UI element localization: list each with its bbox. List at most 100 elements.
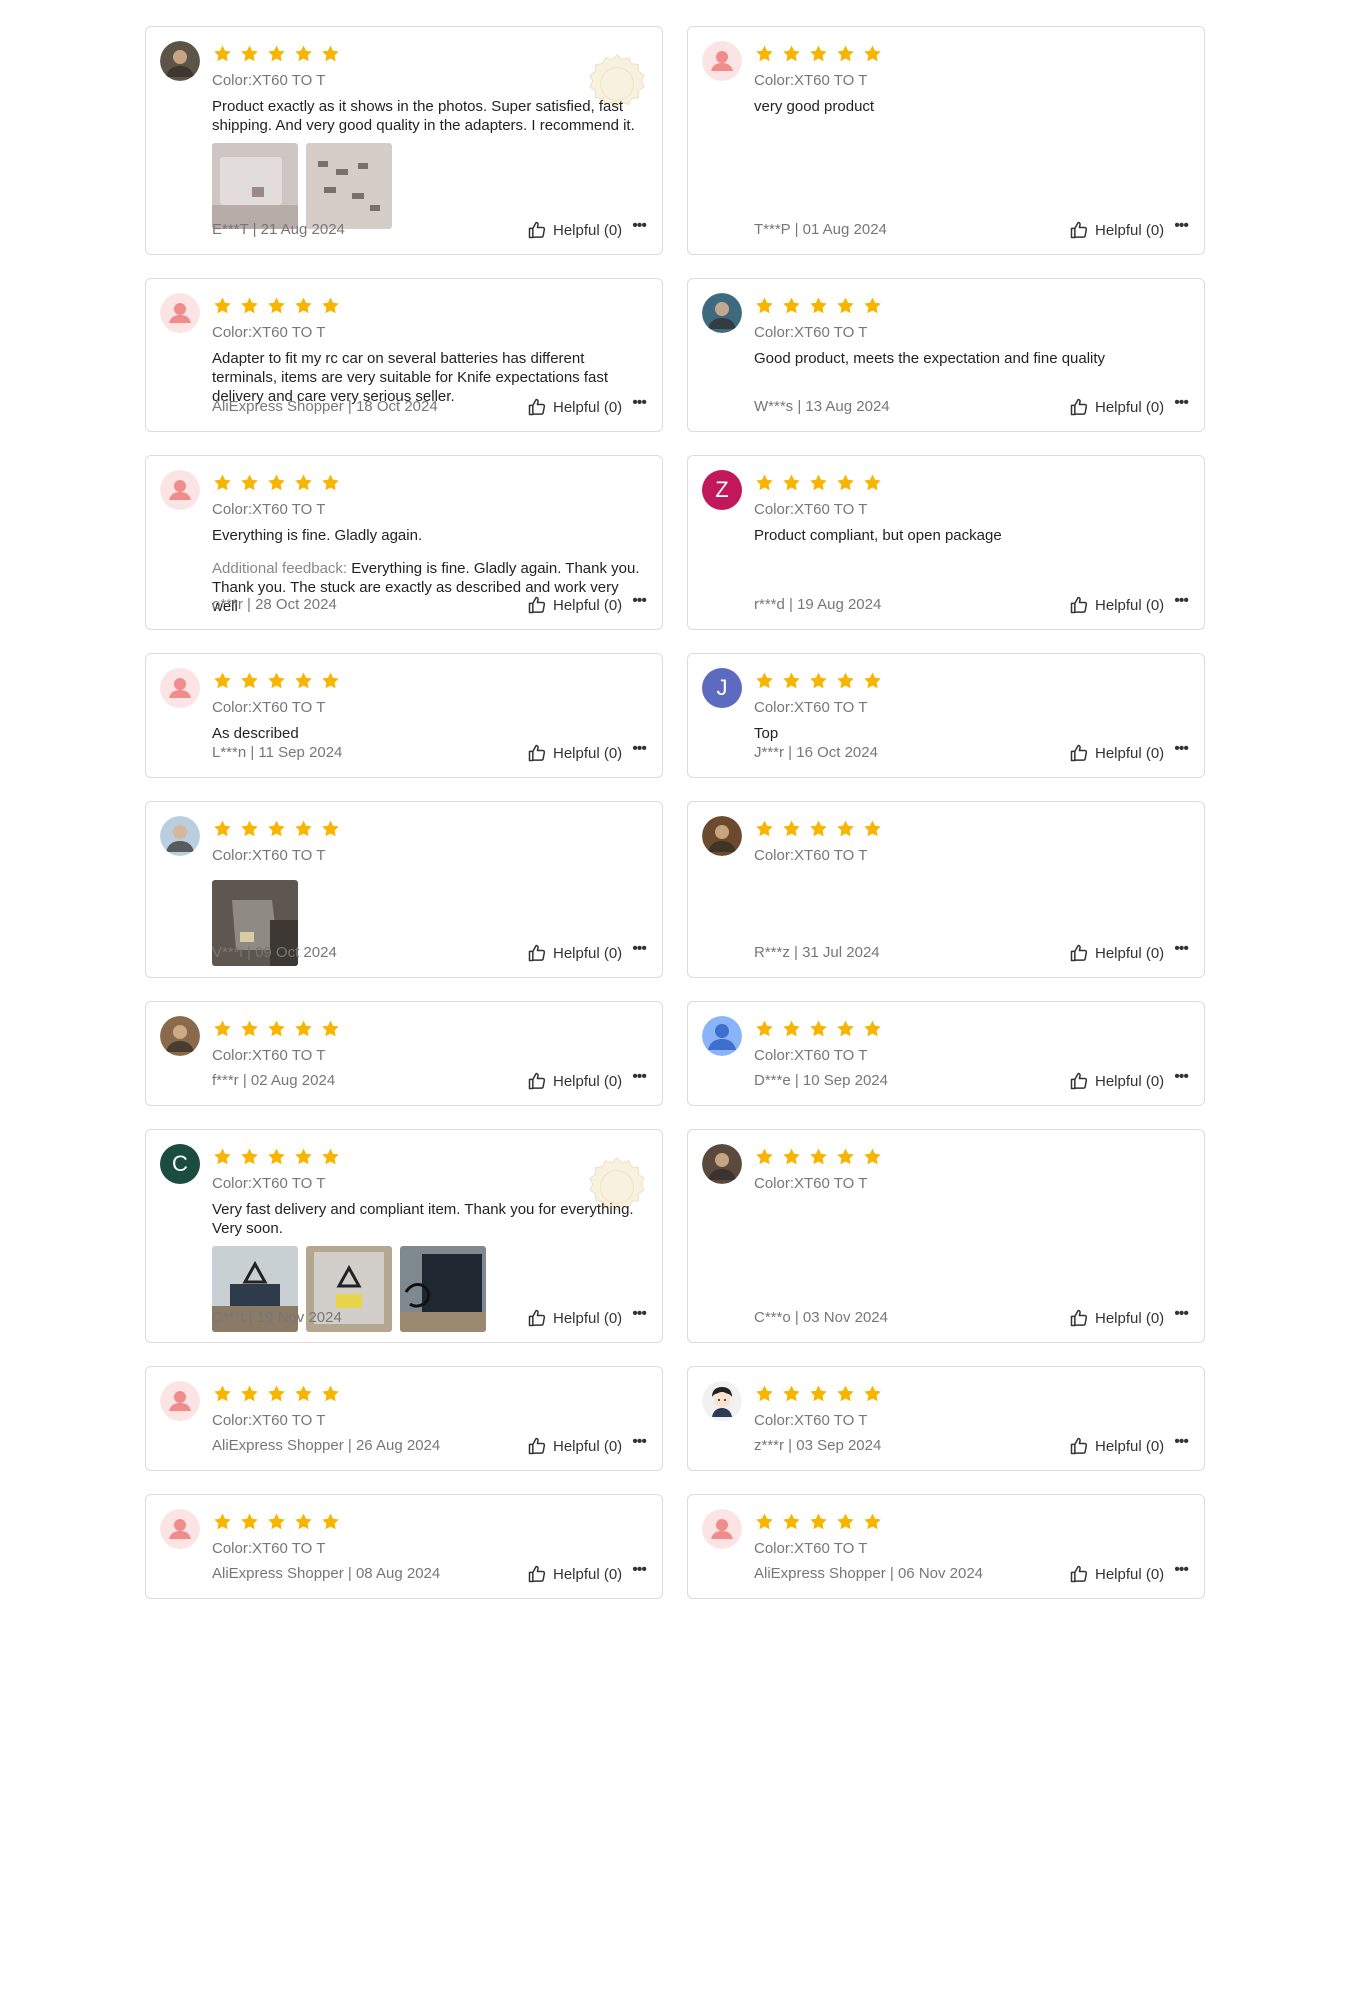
star-icon (754, 819, 775, 839)
user-avatar[interactable] (160, 470, 200, 510)
helpful-button[interactable]: Helpful (0) (1095, 222, 1164, 239)
user-avatar[interactable] (702, 816, 742, 856)
more-icon[interactable]: ••• (1174, 1069, 1189, 1085)
helpful-button[interactable]: Helpful (0) (1095, 597, 1164, 614)
more-icon[interactable]: ••• (632, 1069, 647, 1085)
thumbs-up-icon[interactable] (527, 1564, 547, 1584)
user-avatar[interactable] (160, 293, 200, 333)
helpful-button[interactable]: Helpful (0) (1095, 1438, 1164, 1455)
star-icon (239, 296, 260, 316)
helpful-button[interactable]: Helpful (0) (1095, 945, 1164, 962)
star-icon (835, 1384, 856, 1404)
thumbs-up-icon[interactable] (527, 1436, 547, 1456)
star-icon (293, 1512, 314, 1532)
thumbs-up-icon[interactable] (527, 943, 547, 963)
helpful-button[interactable]: Helpful (0) (553, 222, 622, 239)
avatar-letter: C (172, 1151, 188, 1176)
review-card: Color:XT60 TO T R***z | 31 Jul 2024 Helpfu… (687, 801, 1205, 978)
review-author-date: z***r | 03 Sep 2024 (754, 1437, 882, 1454)
user-avatar[interactable] (702, 293, 742, 333)
more-icon[interactable]: ••• (1174, 741, 1189, 757)
star-icon (808, 1384, 829, 1404)
thumbs-up-icon[interactable] (527, 595, 547, 615)
thumbs-up-icon[interactable] (527, 220, 547, 240)
more-icon[interactable]: ••• (1174, 593, 1189, 609)
helpful-button[interactable]: Helpful (0) (553, 1073, 622, 1090)
user-avatar[interactable] (702, 1016, 742, 1056)
star-icon (862, 44, 883, 64)
review-photo[interactable] (212, 143, 298, 229)
user-avatar[interactable] (160, 41, 200, 81)
more-icon[interactable]: ••• (632, 593, 647, 609)
user-avatar[interactable] (160, 816, 200, 856)
more-icon[interactable]: ••• (1174, 395, 1189, 411)
more-icon[interactable]: ••• (632, 1434, 647, 1450)
more-icon[interactable]: ••• (632, 1306, 647, 1322)
thumbs-up-icon[interactable] (527, 1071, 547, 1091)
review-author-date: AliExpress Shopper | 08 Aug 2024 (212, 1565, 441, 1582)
user-avatar[interactable]: J (702, 668, 742, 708)
thumbs-up-icon[interactable] (1069, 1071, 1089, 1091)
more-icon[interactable]: ••• (632, 395, 647, 411)
user-avatar[interactable] (702, 1509, 742, 1549)
thumbs-up-icon[interactable] (527, 397, 547, 417)
helpful-button[interactable]: Helpful (0) (1095, 1310, 1164, 1327)
helpful-button[interactable]: Helpful (0) (1095, 745, 1164, 762)
user-avatar[interactable] (702, 1381, 742, 1421)
user-avatar[interactable] (702, 1144, 742, 1184)
thumbs-up-icon[interactable] (1069, 220, 1089, 240)
review-actions: Helpful (0) ••• (527, 741, 647, 763)
star-icon (808, 1019, 829, 1039)
variant-label: Color:XT60 TO T (212, 1047, 326, 1064)
avatar-letter: J (716, 675, 728, 700)
review-card: Color:XT60 TO T f***r | 02 Aug 2024 Helpfu… (145, 1001, 663, 1106)
rating-stars (754, 1147, 883, 1169)
helpful-button[interactable]: Helpful (0) (553, 597, 622, 614)
star-icon (862, 1019, 883, 1039)
thumbs-up-icon[interactable] (1069, 943, 1089, 963)
user-avatar[interactable] (702, 41, 742, 81)
review-photo[interactable] (306, 143, 392, 229)
more-icon[interactable]: ••• (1174, 1306, 1189, 1322)
helpful-button[interactable]: Helpful (0) (553, 1438, 622, 1455)
thumbs-up-icon[interactable] (1069, 595, 1089, 615)
thumbs-up-icon[interactable] (527, 743, 547, 763)
thumbs-up-icon[interactable] (1069, 1564, 1089, 1584)
helpful-button[interactable]: Helpful (0) (1095, 399, 1164, 416)
helpful-button[interactable]: Helpful (0) (553, 945, 622, 962)
star-icon (320, 671, 341, 691)
more-icon[interactable]: ••• (632, 741, 647, 757)
user-avatar[interactable] (160, 668, 200, 708)
helpful-button[interactable]: Helpful (0) (553, 399, 622, 416)
user-avatar[interactable]: Z (702, 470, 742, 510)
review-photo[interactable] (400, 1246, 486, 1332)
review-text: Product compliant, but open package (754, 527, 1002, 544)
helpful-button[interactable]: Helpful (0) (1095, 1073, 1164, 1090)
thumbs-up-icon[interactable] (1069, 397, 1089, 417)
user-avatar[interactable] (160, 1509, 200, 1549)
user-avatar[interactable] (160, 1381, 200, 1421)
review-actions: Helpful (0) ••• (527, 593, 647, 615)
more-icon[interactable]: ••• (632, 218, 647, 234)
rating-stars (212, 1512, 341, 1534)
helpful-button[interactable]: Helpful (0) (553, 745, 622, 762)
thumbs-up-icon[interactable] (1069, 743, 1089, 763)
more-icon[interactable]: ••• (1174, 1562, 1189, 1578)
thumbs-up-icon[interactable] (527, 1308, 547, 1328)
review-actions: Helpful (0) ••• (1069, 941, 1189, 963)
thumbs-up-icon[interactable] (1069, 1436, 1089, 1456)
helpful-button[interactable]: Helpful (0) (553, 1310, 622, 1327)
more-icon[interactable]: ••• (1174, 941, 1189, 957)
more-icon[interactable]: ••• (632, 941, 647, 957)
helpful-button[interactable]: Helpful (0) (1095, 1566, 1164, 1583)
more-icon[interactable]: ••• (1174, 218, 1189, 234)
more-icon[interactable]: ••• (1174, 1434, 1189, 1450)
rating-stars (212, 671, 341, 693)
star-icon (808, 44, 829, 64)
user-avatar[interactable]: C (160, 1144, 200, 1184)
more-icon[interactable]: ••• (632, 1562, 647, 1578)
thumbs-up-icon[interactable] (1069, 1308, 1089, 1328)
helpful-button[interactable]: Helpful (0) (553, 1566, 622, 1583)
user-avatar[interactable] (160, 1016, 200, 1056)
star-icon (754, 473, 775, 493)
